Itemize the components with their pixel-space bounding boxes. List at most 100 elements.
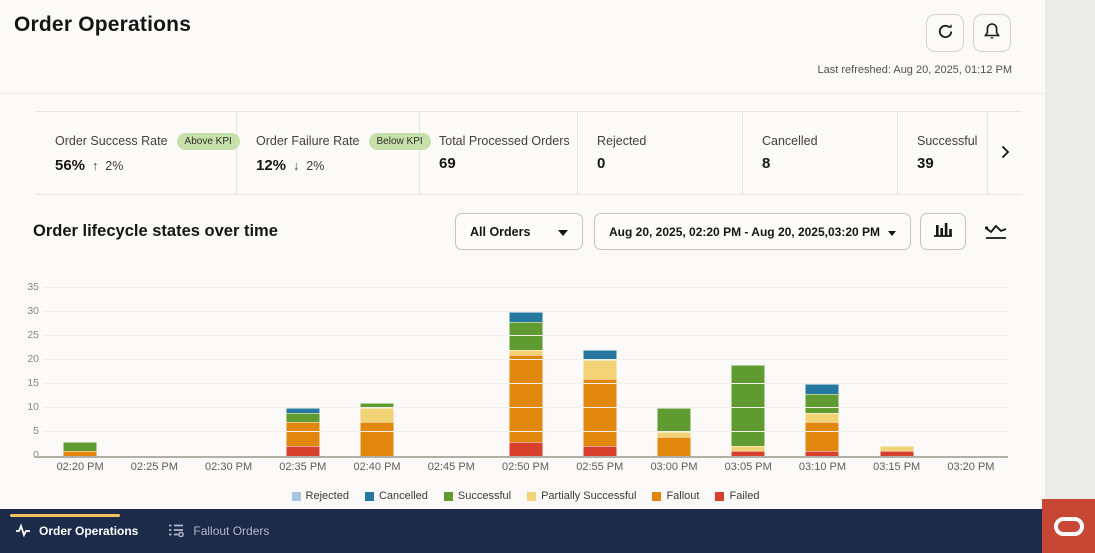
kpi-delta: 2%	[105, 158, 124, 173]
kpi-delta: 2%	[306, 158, 325, 173]
bar-segment-failed[interactable]	[583, 446, 617, 456]
last-refreshed-text: Last refreshed: Aug 20, 2025, 01:12 PM	[817, 64, 1012, 76]
refresh-button[interactable]	[926, 14, 964, 52]
legend-swatch	[715, 491, 725, 501]
stacked-bar[interactable]	[583, 350, 617, 456]
chevron-down-icon	[558, 225, 568, 239]
notifications-button[interactable]	[973, 14, 1011, 52]
y-axis-tick-label: 25	[27, 329, 39, 341]
legend-swatch	[527, 491, 537, 501]
legend-item-cancelled[interactable]: Cancelled	[364, 490, 428, 502]
kpi-rejected: Rejected 0	[578, 112, 743, 194]
bar-segment-partially-successful[interactable]	[360, 408, 394, 423]
x-axis-tick-label: 02:30 PM	[205, 461, 253, 473]
legend-label: Rejected	[305, 490, 349, 502]
bar-segment-failed[interactable]	[286, 446, 320, 456]
chart-legend: Rejected Cancelled Successful Partially Suc…	[43, 490, 1008, 502]
bar-segment-successful[interactable]	[805, 393, 839, 413]
bar-segment-successful[interactable]	[286, 412, 320, 423]
x-axis-tick-label: 02:35 PM	[279, 461, 327, 473]
chevron-down-icon	[888, 225, 896, 239]
kpi-value: 12%	[256, 156, 287, 174]
stacked-bar[interactable]	[286, 408, 320, 456]
bar-segment-fallout[interactable]	[657, 436, 691, 456]
bar-segment-partially-successful[interactable]	[583, 360, 617, 380]
y-axis-tick-label: 20	[27, 353, 39, 365]
orders-filter-select[interactable]: All Orders	[455, 213, 583, 250]
bar-segment-partially-successful[interactable]	[805, 412, 839, 423]
oracle-logo-icon	[1053, 516, 1084, 536]
date-range-select[interactable]: Aug 20, 2025, 02:20 PM - Aug 20, 2025,03…	[594, 213, 911, 250]
stacked-bar[interactable]	[805, 384, 839, 456]
chart-section-title: Order lifecycle states over time	[33, 222, 278, 240]
bar-segment-failed[interactable]	[805, 451, 839, 456]
stacked-bar[interactable]	[63, 441, 97, 456]
bar-segment-successful[interactable]	[731, 364, 765, 447]
kpi-delta-arrow-down: ↓	[293, 158, 300, 173]
stacked-bar[interactable]	[657, 408, 691, 456]
orders-filter-value: All Orders	[470, 224, 531, 239]
gridline	[43, 431, 1008, 432]
legend-item-rejected[interactable]: Rejected	[291, 490, 349, 502]
bar-segment-failed[interactable]	[509, 441, 543, 456]
x-axis-tick-label: 03:20 PM	[947, 461, 995, 473]
kpi-value: 69	[439, 155, 456, 172]
legend-item-fallout[interactable]: Fallout	[652, 490, 699, 502]
stacked-bar[interactable]	[509, 312, 543, 456]
bar-segment-fallout[interactable]	[63, 451, 97, 456]
gridline	[43, 407, 1008, 408]
bar-segment-successful[interactable]	[63, 441, 97, 452]
y-axis-tick-label: 15	[27, 377, 39, 389]
bar-segment-cancelled[interactable]	[805, 384, 839, 394]
kpi-label: Order Failure Rate	[256, 134, 360, 148]
oracle-logo-badge[interactable]	[1042, 499, 1095, 553]
x-axis-tick-label: 02:45 PM	[427, 461, 475, 473]
nav-tab-label: Fallout Orders	[193, 524, 270, 538]
nav-tab-label: Order Operations	[39, 524, 139, 538]
right-gray-band	[1045, 0, 1095, 553]
bar-segment-successful[interactable]	[509, 321, 543, 351]
kpi-order-success-rate: Order Success Rate Above KPI 56% ↑ 2%	[36, 112, 240, 194]
x-axis-labels: 02:20 PM 02:25 PM 02:30 PM 02:35 PM 02:40 PM…	[43, 461, 1008, 473]
bar-segment-fallout[interactable]	[805, 422, 839, 452]
line-chart-view-button[interactable]	[977, 216, 1015, 248]
gridline	[43, 287, 1008, 288]
kpi-total-processed-orders: Total Processed Orders 69	[420, 112, 578, 194]
x-axis-tick-label: 03:05 PM	[724, 461, 772, 473]
stacked-bar[interactable]	[731, 364, 765, 456]
bar-segment-failed[interactable]	[880, 451, 914, 456]
bar-segment-fallout[interactable]	[583, 379, 617, 447]
gridline	[43, 311, 1008, 312]
bottom-nav-bar: Order Operations Fallout Orders	[0, 509, 1095, 553]
legend-item-successful[interactable]: Successful	[443, 490, 511, 502]
legend-swatch	[291, 491, 301, 501]
y-axis-tick-label: 35	[27, 281, 39, 293]
legend-label: Fallout	[666, 490, 700, 502]
bar-segment-fallout[interactable]	[286, 422, 320, 447]
bar-segment-fallout[interactable]	[360, 422, 394, 456]
kpi-delta-arrow-up: ↑	[92, 158, 99, 173]
stacked-bar[interactable]	[880, 446, 914, 456]
pulse-icon	[15, 522, 31, 540]
kpi-value: 39	[917, 155, 934, 172]
legend-item-failed[interactable]: Failed	[715, 490, 759, 502]
page-title: Order Operations	[14, 13, 192, 36]
bar-segment-successful[interactable]	[657, 408, 691, 433]
stacked-bar[interactable]	[360, 403, 394, 456]
active-tab-indicator	[10, 514, 120, 517]
bar-chart-view-button[interactable]	[920, 213, 966, 250]
legend-label: Partially Successful	[541, 490, 637, 502]
bar-segment-fallout[interactable]	[509, 355, 543, 442]
kpi-scroll-next-button[interactable]	[995, 139, 1016, 168]
bar-segment-failed[interactable]	[731, 451, 765, 456]
kpi-order-failure-rate: Order Failure Rate Below KPI 12% ↓ 2%	[237, 112, 431, 194]
refresh-icon	[936, 22, 955, 44]
legend-swatch	[443, 491, 453, 501]
y-axis-tick-label: 0	[33, 449, 39, 461]
bar-segment-cancelled[interactable]	[509, 312, 543, 322]
nav-tab-fallout-orders[interactable]: Fallout Orders	[153, 509, 284, 553]
legend-item-partially-successful[interactable]: Partially Successful	[527, 490, 636, 502]
x-axis-tick-label: 02:20 PM	[56, 461, 104, 473]
legend-swatch	[652, 491, 662, 501]
kpi-value: 0	[597, 155, 606, 172]
